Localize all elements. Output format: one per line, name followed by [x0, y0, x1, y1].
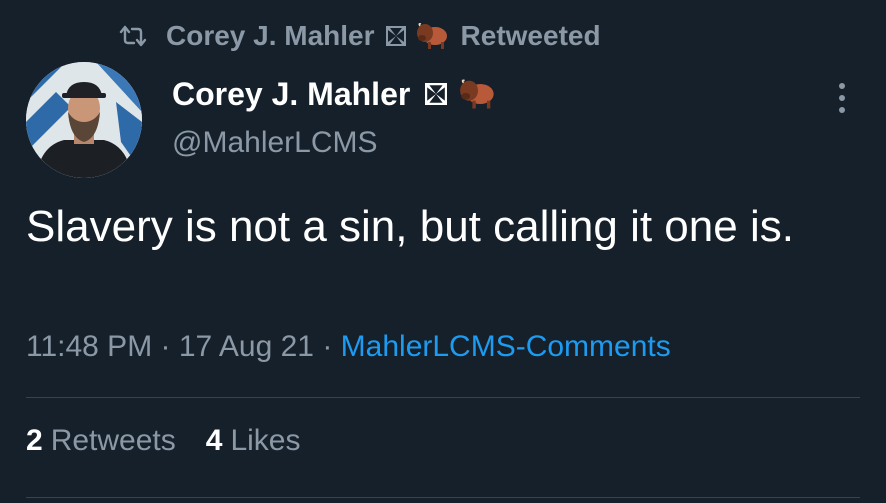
tweet-meta: 11:48 PM · 17 Aug 21 · MahlerLCMS-Commen…	[26, 330, 671, 364]
likes-stat[interactable]: 4 Likes	[206, 424, 301, 458]
meta-separator: ·	[152, 330, 179, 363]
author-handle[interactable]: @MahlerLCMS	[172, 126, 378, 160]
likes-count: 4	[205, 424, 223, 457]
tweet-card: Corey J. Mahler Retweeted Corey J. Mahle…	[0, 0, 886, 503]
display-name[interactable]: Corey J. Mahler	[172, 76, 410, 113]
meta-separator: ·	[314, 330, 341, 363]
bison-icon	[458, 77, 498, 111]
avatar[interactable]	[26, 62, 142, 178]
more-vertical-icon-dot	[839, 107, 845, 113]
bison-icon	[415, 21, 451, 51]
maltese-cross-icon	[385, 25, 407, 47]
more-vertical-icon	[839, 83, 845, 89]
divider	[26, 397, 860, 398]
more-vertical-icon-dot	[839, 95, 845, 101]
tweet-text: Slavery is not a sin, but calling it one…	[26, 202, 794, 251]
retweets-count: 2	[26, 424, 43, 457]
tweet-source-link[interactable]: MahlerLCMS-Comments	[341, 330, 671, 363]
divider	[26, 497, 860, 498]
retweeted-label: Retweeted	[460, 20, 601, 51]
avatar-photo	[26, 62, 142, 178]
author-name-row: Corey J. Mahler	[172, 74, 498, 114]
more-options-button[interactable]	[830, 76, 854, 120]
retweets-label: Retweets	[50, 424, 176, 457]
retweets-stat[interactable]: 2 Retweets	[26, 424, 176, 458]
maltese-cross-icon	[424, 82, 448, 106]
retweeter-name[interactable]: Corey J. Mahler	[166, 20, 375, 52]
likes-label: Likes	[230, 424, 301, 457]
retweet-banner: Corey J. Mahler Retweeted	[118, 18, 601, 54]
tweet-time[interactable]: 11:48 PM	[26, 330, 152, 363]
tweet-date[interactable]: 17 Aug 21	[179, 330, 314, 363]
retweet-icon	[118, 21, 148, 51]
tweet-stats: 2 Retweets 4 Likes	[26, 424, 330, 458]
